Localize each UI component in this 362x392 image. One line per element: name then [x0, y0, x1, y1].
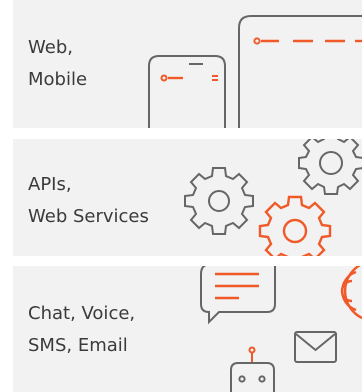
card-web-mobile: Web, Mobile	[13, 0, 362, 128]
card-label: Chat, Voice, SMS, Email	[28, 298, 135, 362]
card-label-line-1: Web,	[28, 37, 73, 58]
card-label: APIs, Web Services	[28, 169, 149, 233]
card-chat-voice-sms-email: Chat, Voice, SMS, Email	[13, 266, 362, 392]
card-label: Web, Mobile	[28, 32, 87, 96]
card-label-line-1: APIs,	[28, 174, 72, 195]
card-apis-web-services: APIs, Web Services	[13, 139, 362, 256]
card-label-line-2: Mobile	[28, 69, 88, 90]
card-label-line-2: Web Services	[28, 206, 149, 227]
card-label-line-2: SMS, Email	[28, 335, 128, 356]
card-label-line-1: Chat, Voice,	[28, 303, 136, 324]
